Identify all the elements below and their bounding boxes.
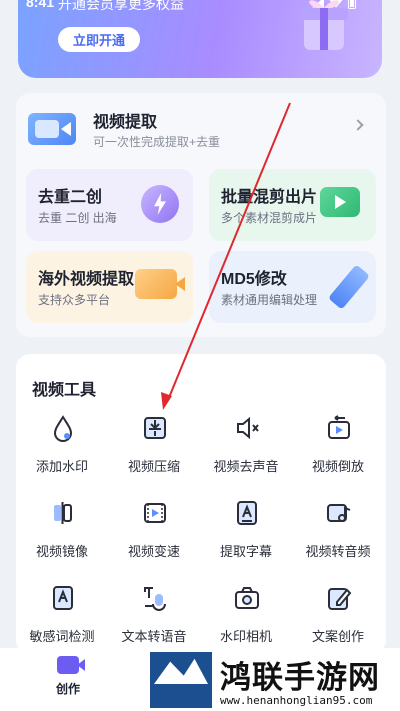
tile-title: 海外视频提取 [38,271,135,288]
tile-md5[interactable]: MD5修改 素材通用编辑处理 [209,251,376,323]
audio-icon [327,504,351,522]
tile-batch-mix[interactable]: 批量混剪出片 多个素材混剪成片 [209,169,376,241]
tool-compress[interactable]: 视频压缩 [108,414,200,494]
tool-label: 视频变速 [127,544,180,559]
play-icon [320,187,360,217]
tool-label: 敏感词检测 [29,629,95,644]
tool-extract-subtitle[interactable]: 提取字幕 [200,499,292,579]
speed-icon [144,503,166,523]
watermark-name: 鸿联手游网 [220,660,380,696]
tool-label: 视频倒放 [311,459,364,474]
extract-card: 视频提取 可一次性完成提取+去重 去重二创 去重 二创 出海 批量混剪出片 多个… [16,93,386,337]
tile-subtitle: 多个素材混剪成片 [221,211,318,225]
extract-subtitle: 可一次性完成提取+去重 [93,135,221,149]
mute-icon [237,416,259,440]
tool-mirror[interactable]: 视频镜像 [16,499,108,579]
pencil-icon [327,264,371,310]
subtitle-icon [237,501,257,525]
reverse-icon [328,415,350,439]
video-create-icon [57,656,85,674]
tool-label: 视频镜像 [35,544,88,559]
tool-label: 视频去声音 [213,459,279,474]
vip-promo-text: 开通会员享更多权益 [58,0,184,12]
status-time: 8:41 [26,0,55,10]
tool-video-to-audio[interactable]: 视频转音频 [292,499,384,579]
lightning-icon [141,185,179,223]
mirror-icon [54,502,72,524]
extract-title: 视频提取 [93,114,158,131]
sensitive-icon [53,586,73,610]
video-icon [135,269,185,299]
site-watermark: 鸿联手游网 www.henanhonglian95.com [150,652,400,711]
video-extract-row[interactable]: 视频提取 可一次性完成提取+去重 [16,93,386,161]
video-camera-icon [28,113,76,145]
vip-banner[interactable]: 8:41 开通会员享更多权益 立即开通 [18,0,382,78]
tool-label: 提取字幕 [219,544,272,559]
tts-icon [144,587,166,611]
video-tools-card: 视频工具 添加水印 视频压缩 视频去声音 视频倒放 视频镜像 视频变速 提取字幕… [16,354,386,654]
tile-title: MD5修改 [221,271,287,288]
nav-tab-create[interactable]: 创作 [50,656,86,697]
tile-overseas-extract[interactable]: 海外视频提取 支持众多平台 [26,251,193,323]
gift-icon [300,0,348,50]
tool-label: 文本转语音 [121,629,187,644]
drop-icon [53,415,73,442]
tile-subtitle: 支持众多平台 [38,293,111,307]
section-title: 视频工具 [32,382,97,399]
write-icon [328,588,352,610]
tile-subtitle: 去重 二创 出海 [38,211,117,225]
tool-label: 视频转音频 [305,544,371,559]
tool-speed[interactable]: 视频变速 [108,499,200,579]
tile-subtitle: 素材通用编辑处理 [221,293,318,307]
tool-mute[interactable]: 视频去声音 [200,414,292,494]
watermark-url: www.henanhonglian95.com [220,694,373,707]
tool-label: 视频压缩 [127,459,180,474]
nav-tab-label: 创作 [55,682,80,696]
tool-add-watermark[interactable]: 添加水印 [16,414,108,494]
compress-icon [144,417,166,439]
camera-icon [235,587,259,609]
tool-label: 添加水印 [35,459,88,474]
tile-dedupe[interactable]: 去重二创 去重 二创 出海 [26,169,193,241]
open-vip-button[interactable]: 立即开通 [58,27,140,52]
tool-label: 文案创作 [311,629,364,644]
chevron-right-icon [352,119,364,131]
tile-title: 批量混剪出片 [221,189,318,206]
tile-title: 去重二创 [38,189,103,206]
tool-label: 水印相机 [219,629,272,644]
site-logo-icon [150,652,212,708]
tool-reverse[interactable]: 视频倒放 [292,414,384,494]
